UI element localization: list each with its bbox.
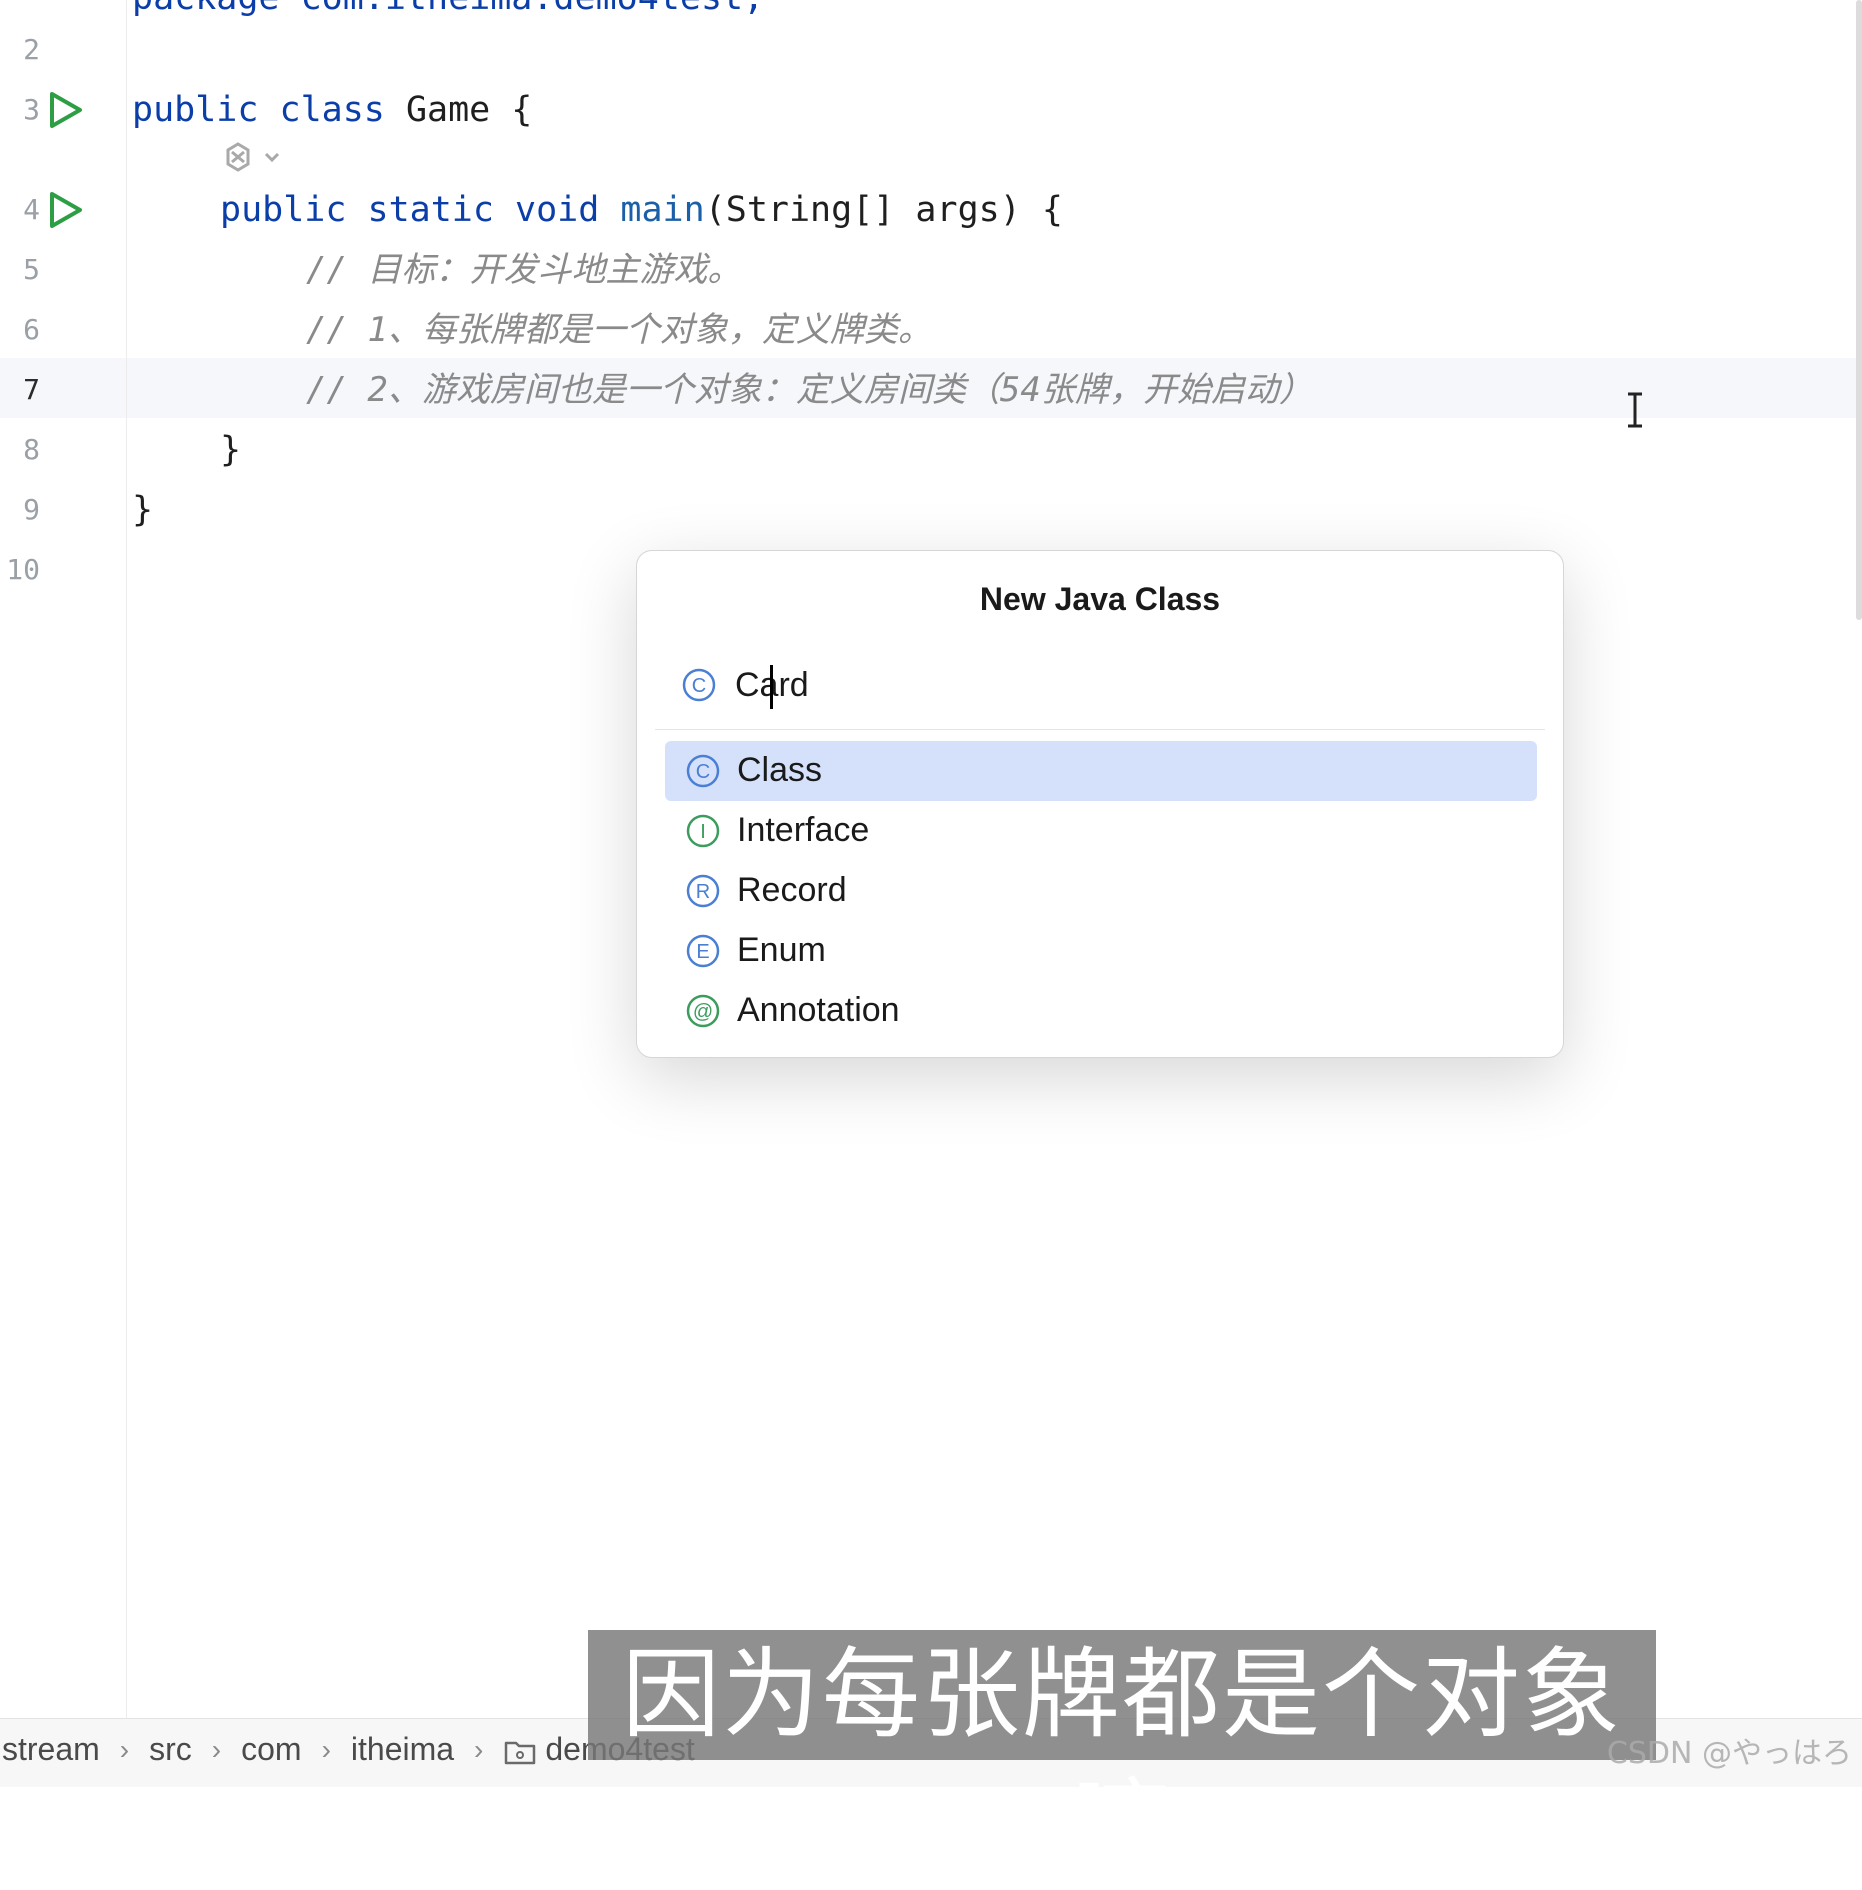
breadcrumb-item-com[interactable]: com — [235, 1731, 307, 1768]
line-number: 10 — [6, 553, 40, 586]
kind-item-record[interactable]: R Record — [665, 861, 1537, 921]
closing-brace: } — [220, 430, 242, 470]
comment-line-7: // 2、游戏房间也是一个对象：定义房间类（54张牌，开始启动） — [306, 370, 1313, 410]
line-number: 2 — [23, 33, 40, 66]
breadcrumb-item-src[interactable]: src — [143, 1731, 198, 1768]
kind-item-enum[interactable]: E Enum — [665, 921, 1537, 981]
keyword: class — [279, 90, 385, 130]
line-number: 9 — [23, 493, 40, 526]
breadcrumb-separator: › — [474, 1733, 484, 1765]
kind-label: Annotation — [737, 991, 900, 1029]
folder-icon — [505, 1741, 536, 1764]
package-statement: package com.itheima.demo4test; — [132, 0, 764, 18]
class-name-input[interactable] — [735, 661, 1495, 709]
keyword: public — [132, 90, 259, 130]
code-line-4: public static void main(String[] args) { — [220, 190, 1063, 230]
class-icon: C — [686, 754, 720, 788]
field-divider — [655, 729, 1545, 730]
video-subtitle: 因为每张牌都是个对象嘛 — [588, 1630, 1656, 1882]
method-name: main — [620, 190, 705, 230]
dialog-title: New Java Class — [979, 581, 1221, 617]
svg-text:C: C — [696, 761, 710, 783]
breadcrumb-separator: › — [211, 1733, 222, 1765]
svg-text:@: @ — [693, 1001, 713, 1023]
breadcrumb-separator: › — [321, 1733, 331, 1765]
annotation-icon: @ — [686, 994, 720, 1028]
svg-text:C: C — [692, 675, 706, 697]
text-caret — [770, 665, 773, 709]
svg-text:I: I — [700, 821, 706, 843]
keyword: public — [220, 190, 347, 230]
kind-item-annotation[interactable]: @ Annotation — [665, 981, 1537, 1041]
line-number: 6 — [23, 313, 40, 346]
text-cursor-icon — [1628, 392, 1642, 428]
kind-item-interface[interactable]: I Interface — [665, 801, 1537, 861]
new-java-class-dialog: New Java Class C C Class I Interface — [636, 550, 1564, 1058]
method-signature: (String[] args) { — [704, 190, 1063, 230]
keyword: void — [515, 190, 600, 230]
closing-brace: } — [132, 490, 154, 530]
kind-label: Class — [737, 751, 823, 789]
line-number: 3 — [23, 93, 40, 126]
svg-text:E: E — [696, 941, 709, 963]
kind-item-class[interactable]: C Class — [665, 741, 1537, 801]
breadcrumb-item-itheima[interactable]: itheima — [345, 1731, 460, 1768]
svg-text:R: R — [696, 881, 710, 903]
comment-line-6: // 1、每张牌都是一个对象，定义牌类。 — [306, 310, 932, 350]
code-line-3: public class Game { — [132, 90, 532, 130]
line-number: 5 — [23, 253, 40, 286]
class-kind-list: C Class I Interface R Record E Enum @ An… — [665, 741, 1537, 1041]
kind-label: Interface — [737, 811, 870, 849]
watermark: CSDN @やっはろ — [1606, 1736, 1852, 1771]
run-icon[interactable] — [46, 90, 84, 130]
breadcrumb-separator: › — [119, 1733, 130, 1765]
line-number-current: 7 — [23, 373, 40, 406]
comment-line-5: // 目标：开发斗地主游戏。 — [306, 250, 742, 290]
kind-label: Enum — [737, 931, 826, 969]
line-number: 4 — [23, 193, 40, 226]
breadcrumb-item-stream[interactable]: stream — [0, 1731, 106, 1768]
class-name-field[interactable]: C — [681, 655, 1521, 715]
ai-assistant-icon[interactable] — [218, 138, 288, 182]
class-icon: C — [682, 668, 716, 702]
interface-icon: I — [686, 814, 720, 848]
gutter-separator — [126, 0, 127, 1718]
kind-label: Record — [737, 871, 847, 909]
record-icon: R — [686, 874, 720, 908]
enum-icon: E — [686, 934, 720, 968]
line-number: 8 — [23, 433, 40, 466]
keyword: static — [367, 190, 494, 230]
run-icon[interactable] — [46, 190, 84, 230]
vertical-scrollbar[interactable] — [1856, 0, 1862, 620]
class-declaration: Game { — [384, 90, 533, 130]
